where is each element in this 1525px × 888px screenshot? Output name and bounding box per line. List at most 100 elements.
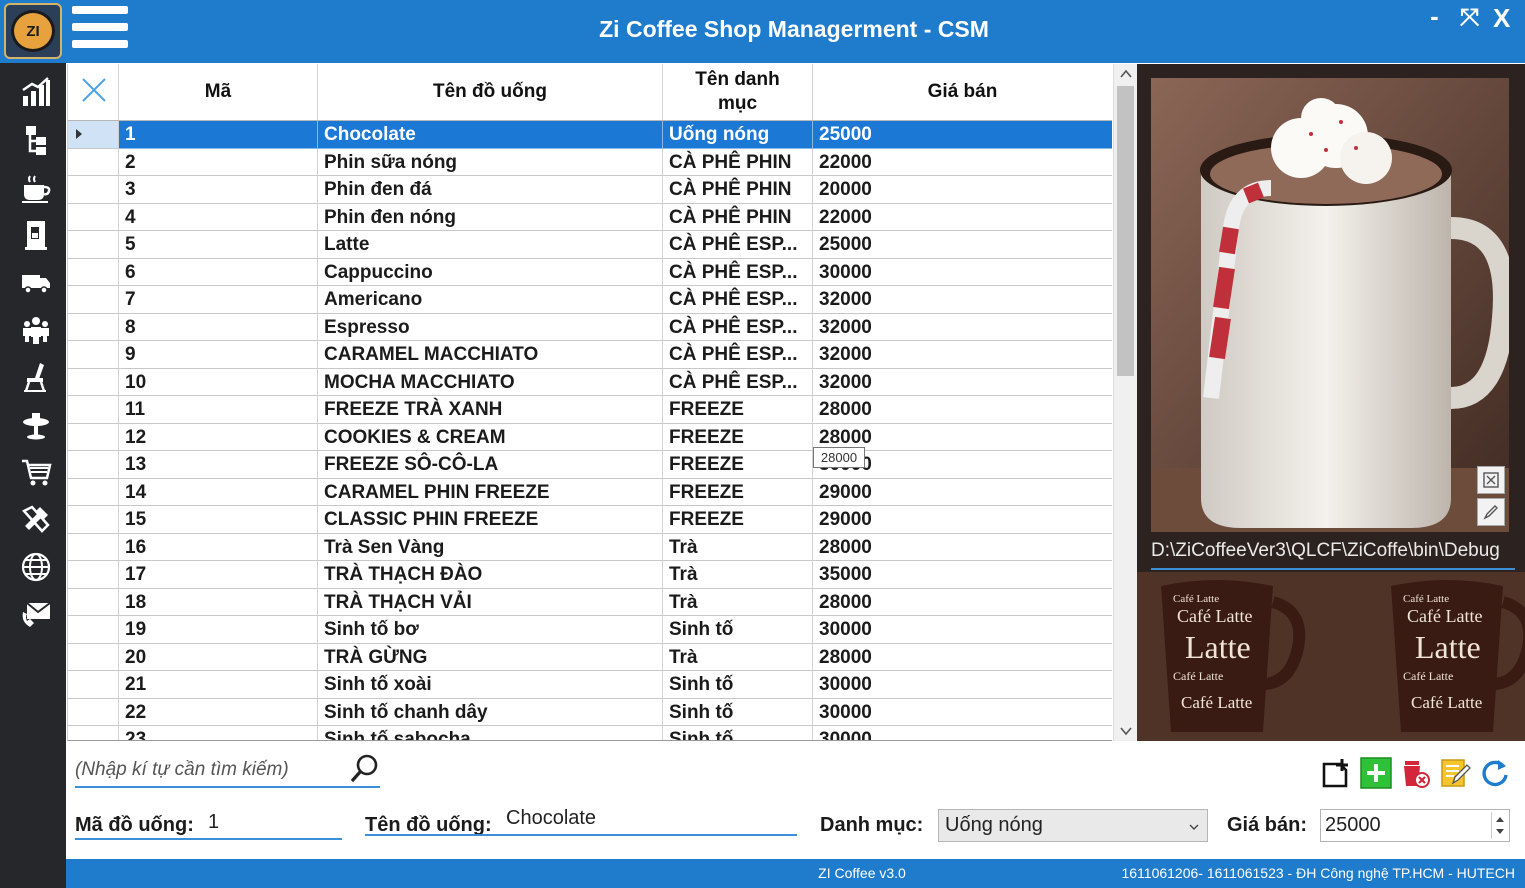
cell-ten-do-uong[interactable]: CARAMEL MACCHIATO	[318, 341, 663, 369]
table-row[interactable]: 7 Americano CÀ PHÊ ESP... 32000	[68, 286, 1112, 314]
table-row[interactable]: 6 Cappuccino CÀ PHÊ ESP... 30000	[68, 258, 1112, 286]
table-row[interactable]: 15 CLASSIC PHIN FREEZE FREEZE 29000	[68, 506, 1112, 534]
header-ten-do-uong[interactable]: Tên đồ uống	[318, 64, 663, 120]
table-row[interactable]: 12 COOKIES & CREAM FREEZE 28000	[68, 423, 1112, 451]
tools-icon[interactable]	[19, 502, 53, 536]
search-icon[interactable]	[349, 752, 381, 784]
cell-danh-muc[interactable]: Sinh tố	[663, 726, 813, 740]
cell-danh-muc[interactable]: CÀ PHÊ ESP...	[663, 368, 813, 396]
cell-ma[interactable]: 5	[119, 231, 318, 259]
cell-ma[interactable]: 6	[119, 258, 318, 286]
table-row[interactable]: 9 CARAMEL MACCHIATO CÀ PHÊ ESP... 32000	[68, 341, 1112, 369]
cell-ma[interactable]: 14	[119, 478, 318, 506]
row-header[interactable]	[68, 258, 119, 286]
table-row[interactable]: 1 Chocolate Uống nóng 25000	[68, 121, 1112, 149]
cell-gia-ban[interactable]: 30000	[813, 699, 1112, 726]
coffee-cup-icon[interactable]	[19, 171, 53, 205]
cell-danh-muc[interactable]: CÀ PHÊ PHIN	[663, 148, 813, 176]
drinks-table[interactable]: Mã Tên đồ uống Tên danh mục Giá bán 1 Cho…	[67, 64, 1112, 741]
cell-ten-do-uong[interactable]: FREEZE TRÀ XANH	[318, 396, 663, 424]
category-tree-icon[interactable]	[19, 123, 53, 157]
cell-gia-ban[interactable]: 30000	[813, 671, 1112, 699]
cell-gia-ban[interactable]: 30000	[813, 726, 1112, 740]
cell-ma[interactable]: 18	[119, 588, 318, 616]
table-row[interactable]: 11 FREEZE TRÀ XANH FREEZE 28000	[68, 396, 1112, 424]
table-row[interactable]: 19 Sinh tố bơ Sinh tố 30000	[68, 616, 1112, 644]
cell-ten-do-uong[interactable]: Espresso	[318, 313, 663, 341]
new-item-button[interactable]	[1320, 757, 1352, 789]
table-icon[interactable]	[19, 408, 53, 442]
table-row[interactable]: 14 CARAMEL PHIN FREEZE FREEZE 29000	[68, 478, 1112, 506]
row-header[interactable]	[68, 176, 119, 204]
cell-danh-muc[interactable]: Trà	[663, 643, 813, 671]
row-header[interactable]	[68, 451, 119, 479]
cell-ten-do-uong[interactable]: Trà Sen Vàng	[318, 533, 663, 561]
table-row[interactable]: 10 MOCHA MACCHIATO CÀ PHÊ ESP... 32000	[68, 368, 1112, 396]
cell-gia-ban[interactable]: 32000	[813, 341, 1112, 369]
cell-ma[interactable]: 9	[119, 341, 318, 369]
table-row[interactable]: 23 Sinh tố sabocha Sinh tố 30000	[68, 726, 1112, 740]
cell-gia-ban[interactable]: 28000	[813, 644, 1112, 671]
cell-ten-do-uong[interactable]: TRÀ THẠCH ĐÀO	[318, 561, 663, 589]
cell-ten-do-uong[interactable]: CLASSIC PHIN FREEZE	[318, 506, 663, 534]
scroll-up-icon[interactable]	[1118, 66, 1134, 82]
cell-gia-ban[interactable]: 30000	[813, 616, 1112, 644]
cell-gia-ban[interactable]: 22000	[813, 149, 1112, 176]
cell-ten-do-uong[interactable]: CARAMEL PHIN FREEZE	[318, 478, 663, 506]
cell-danh-muc[interactable]: FREEZE	[663, 478, 813, 506]
header-ten-danh-muc[interactable]: Tên danh mục	[663, 64, 813, 120]
cell-danh-muc[interactable]: CÀ PHÊ ESP...	[663, 231, 813, 259]
cell-danh-muc[interactable]: FREEZE	[663, 396, 813, 424]
cell-gia-ban[interactable]: 29000	[813, 479, 1112, 506]
cell-gia-ban[interactable]: 22000	[813, 204, 1112, 231]
cell-ten-do-uong[interactable]: COOKIES & CREAM	[318, 423, 663, 451]
edit-button[interactable]	[1439, 757, 1471, 789]
ma-do-uong-input[interactable]	[208, 808, 338, 836]
cell-ten-do-uong[interactable]: Sinh tố chanh dây	[318, 698, 663, 726]
row-header[interactable]	[68, 396, 119, 424]
close-button[interactable]: X	[1493, 4, 1510, 32]
row-header[interactable]	[68, 671, 119, 699]
cell-gia-ban[interactable]: 30000	[813, 259, 1112, 286]
cell-ten-do-uong[interactable]: Sinh tố sabocha	[318, 726, 663, 740]
gia-ban-input[interactable]	[1325, 812, 1485, 839]
row-header[interactable]	[68, 643, 119, 671]
cell-gia-ban[interactable]: 32000	[813, 286, 1112, 314]
cell-danh-muc[interactable]: CÀ PHÊ ESP...	[663, 258, 813, 286]
row-header[interactable]	[68, 368, 119, 396]
header-ma[interactable]: Mã	[119, 64, 318, 120]
cell-ma[interactable]: 8	[119, 313, 318, 341]
clear-selection-icon[interactable]	[80, 76, 108, 104]
cell-danh-muc[interactable]: CÀ PHÊ PHIN	[663, 176, 813, 204]
cell-ten-do-uong[interactable]: MOCHA MACCHIATO	[318, 368, 663, 396]
row-header[interactable]	[68, 726, 119, 740]
cell-ma[interactable]: 22	[119, 698, 318, 726]
cell-ma[interactable]: 7	[119, 286, 318, 314]
staff-group-icon[interactable]	[19, 313, 53, 347]
cell-gia-ban[interactable]: 25000	[813, 231, 1112, 259]
cell-ten-do-uong[interactable]: TRÀ THẠCH VẢI	[318, 588, 663, 616]
cell-danh-muc[interactable]: Sinh tố	[663, 616, 813, 644]
cell-ma[interactable]: 21	[119, 671, 318, 699]
cell-ten-do-uong[interactable]: Phin đen đá	[318, 176, 663, 204]
table-row[interactable]: 2 Phin sữa nóng CÀ PHÊ PHIN 22000	[68, 148, 1112, 176]
table-row[interactable]: 13FREEZE SÔ-CÔ-LAFREEZE30000	[68, 451, 1112, 479]
header-gia-ban[interactable]: Giá bán	[813, 64, 1112, 120]
cell-ten-do-uong[interactable]: Americano	[318, 286, 663, 314]
cell-ma[interactable]: 3	[119, 176, 318, 204]
cell-danh-muc[interactable]: FREEZE	[663, 451, 813, 479]
add-button[interactable]	[1360, 757, 1392, 789]
cell-ten-do-uong[interactable]: Phin sữa nóng	[318, 148, 663, 176]
cell-danh-muc[interactable]: CÀ PHÊ ESP...	[663, 286, 813, 314]
row-header[interactable]	[68, 423, 119, 451]
table-row[interactable]: 8 Espresso CÀ PHÊ ESP... 32000	[68, 313, 1112, 341]
cell-ma[interactable]: 11	[119, 396, 318, 424]
coffee-machine-icon[interactable]	[19, 218, 53, 252]
row-header[interactable]	[68, 533, 119, 561]
cell-ten-do-uong[interactable]: Chocolate	[318, 121, 663, 149]
cell-danh-muc[interactable]: Sinh tố	[663, 698, 813, 726]
cell-ma[interactable]: 12	[119, 423, 318, 451]
row-header[interactable]	[68, 341, 119, 369]
cell-danh-muc[interactable]: Trà	[663, 588, 813, 616]
cell-danh-muc[interactable]: Sinh tố	[663, 671, 813, 699]
